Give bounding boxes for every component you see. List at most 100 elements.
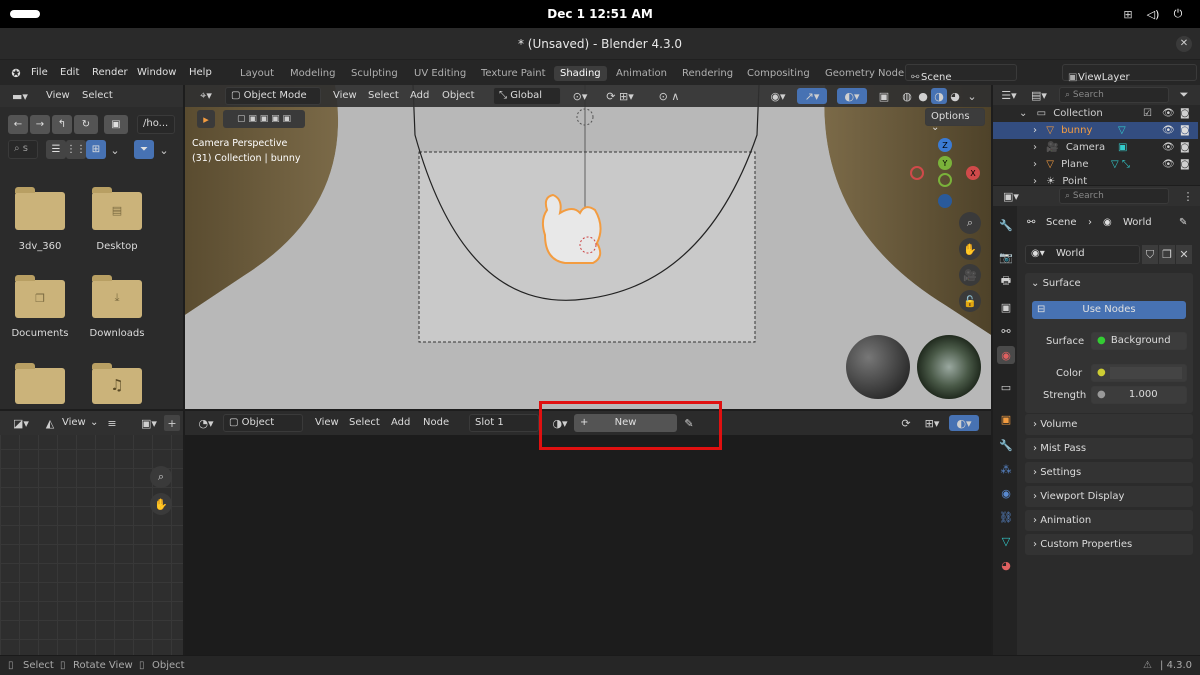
documents-folder-icon[interactable]: ❐ — [15, 275, 65, 318]
gizmo-z-axis[interactable]: Z — [938, 138, 952, 152]
strength-field[interactable]: ● 1.000 — [1091, 386, 1187, 404]
editor-type-icon[interactable]: ◔▾ — [193, 415, 219, 431]
pin-icon[interactable]: ✎ — [1179, 217, 1187, 228]
node-select-menu[interactable]: Select — [349, 417, 380, 428]
slot-selector[interactable]: Slot 1 — [469, 414, 539, 432]
visibility-icon[interactable]: ◉▾ — [765, 88, 791, 104]
gizmo-x-axis[interactable]: X — [966, 166, 980, 180]
hamburger-icon[interactable]: ≡ — [104, 415, 120, 431]
menu-edit[interactable]: Edit — [60, 67, 79, 78]
folder-icon[interactable] — [15, 363, 65, 404]
tab-geometry-nodes[interactable]: Geometry Node — [819, 66, 910, 81]
view-layer-tab-icon[interactable]: ▣ — [997, 298, 1015, 316]
shading-solid-icon[interactable]: ● — [915, 88, 931, 104]
snap-target-icon[interactable]: ⊞▾ — [919, 415, 945, 431]
close-icon[interactable]: ✕ — [1176, 36, 1192, 52]
new-image-icon[interactable]: + — [164, 415, 180, 431]
refresh-button[interactable]: ↻ — [74, 115, 98, 134]
menu-file[interactable]: File — [31, 67, 48, 78]
blender-logo-icon[interactable]: ✪ — [8, 65, 24, 81]
file-item-downloads[interactable]: Downloads — [78, 328, 156, 339]
overlays-icon[interactable]: ◐▾ — [837, 88, 867, 104]
fake-user-icon[interactable]: ⛉ — [1142, 245, 1158, 264]
scene-selector[interactable]: ⚯ Scene — [905, 64, 1017, 83]
duplicate-icon[interactable]: ❐ — [1159, 245, 1175, 264]
camera-render-icon[interactable]: ◙ — [1180, 156, 1190, 173]
parent-directory-button[interactable]: ↰ — [52, 115, 72, 134]
gizmo-icon[interactable]: ↗▾ — [797, 88, 827, 104]
tab-shading[interactable]: Shading — [554, 66, 607, 81]
viewport-add-menu[interactable]: Add — [410, 90, 429, 101]
path-field[interactable]: /ho... — [137, 115, 175, 134]
tab-uv-editing[interactable]: UV Editing — [408, 66, 472, 81]
menu-help[interactable]: Help — [189, 67, 212, 78]
shader-node-editor[interactable]: ◔▾ ▢ Object View Select Add Node Slot 1 … — [185, 401, 991, 655]
options-dots-icon[interactable]: ⋮ — [1181, 188, 1195, 204]
snap-icon[interactable]: ⟳ — [898, 415, 914, 431]
node-node-menu[interactable]: Node — [423, 417, 449, 428]
outliner-row-camera[interactable]: › 🎥 Camera ▣ 👁 ◙ — [993, 139, 1198, 156]
eye-icon[interactable]: 👁 — [1162, 156, 1175, 173]
node-add-menu[interactable]: Add — [391, 417, 410, 428]
use-nodes-button[interactable]: ⊟ Use Nodes — [1032, 301, 1186, 319]
tab-compositing[interactable]: Compositing — [741, 66, 816, 81]
breadcrumb-scene[interactable]: Scene — [1046, 217, 1077, 228]
view-dropdown-icon[interactable]: ⌄ — [108, 142, 122, 158]
display-mode-icon[interactable]: ▤▾ — [1027, 87, 1051, 103]
tab-sculpting[interactable]: Sculpting — [345, 66, 404, 81]
outliner-row-bunny[interactable]: › ▽ bunny ▽ 👁 ◙ — [993, 122, 1198, 139]
lock-camera-icon[interactable]: 🔓 — [959, 290, 981, 312]
file-view-menu[interactable]: View — [46, 90, 70, 101]
surface-shader-selector[interactable]: ● Background — [1091, 332, 1187, 350]
menu-render[interactable]: Render — [92, 67, 128, 78]
options-dropdown[interactable]: Options ⌄ — [925, 108, 985, 133]
volume-icon[interactable]: ◁) — [1145, 6, 1161, 22]
3d-viewport[interactable]: ⌖▾ ▢ Object Mode View Select Add Object … — [185, 85, 991, 409]
pan-hand-icon[interactable]: ✋ — [959, 238, 981, 260]
shading-rendered-icon[interactable]: ◕ — [947, 88, 963, 104]
network-icon[interactable]: ⊞ — [1120, 6, 1136, 22]
file-item-desktop[interactable]: Desktop — [78, 241, 156, 252]
file-item-documents[interactable]: Documents — [1, 328, 79, 339]
editor-type-icon[interactable]: ▬▾ — [8, 88, 32, 104]
eye-icon[interactable]: 👁 — [1162, 105, 1175, 122]
zoom-icon[interactable]: ⌕ — [150, 466, 172, 488]
particles-tab-icon[interactable]: ⁂ — [997, 460, 1015, 478]
settings-section[interactable]: › Settings — [1025, 462, 1193, 483]
filter-dropdown-icon[interactable]: ⌄ — [157, 142, 171, 158]
zoom-icon[interactable]: ⌕ — [959, 212, 981, 234]
data-tab-icon[interactable]: ▽ — [997, 532, 1015, 550]
editor-type-icon[interactable]: ☰▾ — [997, 87, 1021, 103]
outliner-search[interactable]: ⌕ Search — [1059, 87, 1169, 103]
gizmo-y-axis[interactable]: Y — [938, 156, 952, 170]
color-swatch[interactable] — [1110, 367, 1182, 379]
navigation-gizmo[interactable]: Z Y X — [910, 138, 980, 208]
viewport-object-menu[interactable]: Object — [442, 90, 475, 101]
downloads-folder-icon[interactable]: ⤓ — [92, 275, 142, 318]
collection-tab-icon[interactable]: ▭ — [997, 378, 1015, 396]
editor-type-icon[interactable]: ▣▾ — [999, 188, 1023, 204]
forward-button[interactable]: → — [30, 115, 50, 134]
view-layer-selector[interactable]: ▣ ViewLayer — [1062, 64, 1197, 83]
menu-window[interactable]: Window — [137, 67, 176, 78]
unlink-icon[interactable]: ✕ — [1176, 245, 1192, 264]
breadcrumb-world[interactable]: World — [1123, 217, 1152, 228]
image-editor-panel[interactable]: ◪▾ ◭ View ⌄ ≡ ▣▾ + ⌕ ✋ — [0, 411, 183, 655]
eye-icon[interactable]: 👁 — [1162, 139, 1175, 156]
properties-search[interactable]: ⌕ Search — [1059, 188, 1169, 204]
gizmo-neg-z[interactable] — [938, 194, 952, 208]
viewport-display-section[interactable]: › Viewport Display — [1025, 486, 1193, 507]
physics-tab-icon[interactable]: ◉ — [997, 484, 1015, 502]
proportional-edit-icon[interactable]: ⊙ ∧ — [649, 88, 689, 104]
outliner-row-collection[interactable]: ⌄ ▭ Collection ☑ 👁 ◙ — [993, 105, 1198, 122]
custom-properties-section[interactable]: › Custom Properties — [1025, 534, 1193, 555]
surface-section-header[interactable]: ⌄ Surface — [1031, 278, 1081, 289]
mode-selector[interactable]: ▢ Object Mode — [225, 87, 321, 105]
image-mode-icon[interactable]: ◭ — [40, 415, 60, 431]
world-selector[interactable]: ◉▾ World — [1025, 245, 1140, 264]
material-tab-icon[interactable]: ◕ — [997, 556, 1015, 574]
camera-render-icon[interactable]: ◙ — [1180, 105, 1190, 122]
tool-tab-icon[interactable]: 🔧 — [997, 216, 1015, 234]
editor-type-icon[interactable]: ⌖▾ — [193, 88, 219, 104]
outliner-row-point[interactable]: › ☀ Point — [993, 173, 1198, 185]
